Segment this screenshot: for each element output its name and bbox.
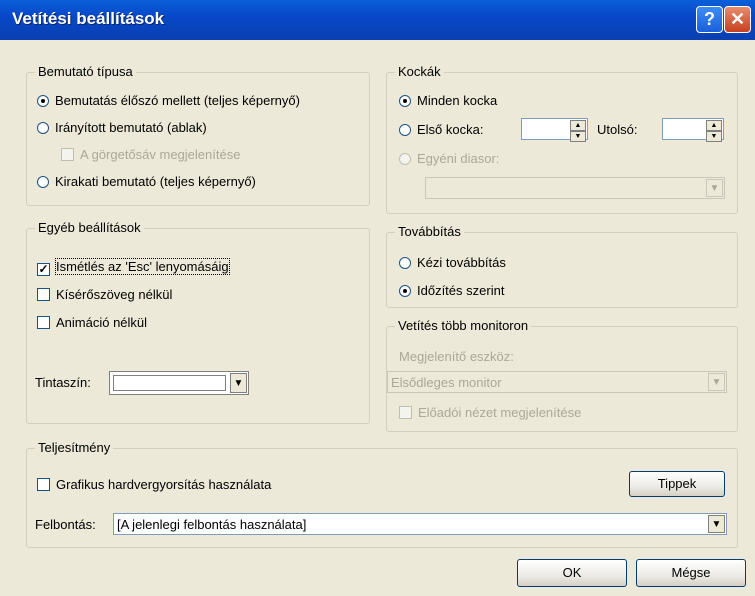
radio-indicator: [399, 153, 411, 165]
display-device-label: Megjelenítő eszköz:: [399, 349, 514, 364]
dropdown-arrow-icon[interactable]: ▼: [230, 373, 247, 393]
close-button[interactable]: ✕: [724, 6, 751, 33]
all-slides-radio[interactable]: Minden kocka: [399, 93, 497, 108]
presenter-view-checkbox: Előadói nézet megjelenítése: [399, 405, 581, 420]
spin-down-icon[interactable]: ▼: [706, 131, 722, 142]
multiple-monitors-legend: Vetítés több monitoron: [395, 318, 532, 333]
kiosk-radio[interactable]: Kirakati bemutató (teljes képernyő): [37, 174, 256, 189]
radio-indicator: [37, 95, 49, 107]
pen-color-swatch: [113, 375, 226, 391]
spin-up-icon[interactable]: ▲: [706, 120, 722, 131]
slides-legend: Kockák: [395, 64, 444, 79]
ok-button[interactable]: OK: [517, 559, 627, 587]
radio-indicator: [399, 257, 411, 269]
spinner-buttons[interactable]: ▲ ▼: [706, 120, 722, 142]
dropdown-arrow-icon[interactable]: ▼: [708, 515, 725, 533]
help-button[interactable]: ?: [696, 6, 723, 33]
custom-show-dropdown: ▼: [425, 177, 725, 199]
checkbox-indicator: [37, 288, 50, 301]
checkbox-indicator: [399, 406, 412, 419]
other-options-group: Egyéb beállítások ✓ Ismétlés az 'Esc' len…: [26, 220, 370, 424]
resolution-dropdown[interactable]: [A jelenlegi felbontás használata] ▼: [113, 513, 727, 535]
show-type-legend: Bemutató típusa: [35, 64, 136, 79]
radio-indicator: [37, 122, 49, 134]
performance-legend: Teljesítmény: [35, 440, 114, 455]
radio-indicator: [399, 95, 411, 107]
pen-color-label: Tintaszín:: [35, 375, 91, 390]
to-slide-spinner[interactable]: ▲ ▼: [662, 118, 724, 142]
show-type-group: Bemutató típusa Bemutatás élőszó mellett…: [26, 64, 370, 206]
checkbox-indicator: [61, 148, 74, 161]
radio-indicator: [37, 176, 49, 188]
spin-up-icon[interactable]: ▲: [570, 120, 586, 131]
window-title: Vetítési beállítások: [12, 9, 165, 28]
resolution-label: Felbontás:: [35, 517, 96, 532]
manual-advance-radio[interactable]: Kézi továbbítás: [399, 255, 506, 270]
advance-legend: Továbbítás: [395, 224, 464, 239]
custom-show-radio: Egyéni diasor:: [399, 151, 499, 166]
to-slide-label: Utolsó:: [597, 122, 638, 137]
spin-down-icon[interactable]: ▼: [570, 131, 586, 142]
radio-indicator: [399, 124, 411, 136]
radio-indicator: [399, 285, 411, 297]
loop-checkbox[interactable]: ✓ Ismétlés az 'Esc' lenyomásáig: [37, 258, 230, 276]
slides-group: Kockák Minden kocka Első kocka: ▲ ▼ Utol…: [386, 64, 738, 214]
no-narration-checkbox[interactable]: Kísérőszöveg nélkül: [37, 287, 172, 302]
checkbox-indicator: [37, 316, 50, 329]
timings-radio[interactable]: Időzítés szerint: [399, 283, 504, 298]
browsed-radio[interactable]: Irányított bemutató (ablak): [37, 120, 207, 135]
cancel-button[interactable]: Mégse: [636, 559, 746, 587]
checkbox-indicator: [37, 478, 50, 491]
scrollbar-checkbox: A görgetősáv megjelenítése: [61, 147, 240, 162]
title-bar: Vetítési beállítások ? ✕: [0, 0, 755, 40]
performance-group: Teljesítmény Grafikus hardvergyorsítás h…: [26, 440, 738, 548]
from-slide-radio[interactable]: Első kocka:: [399, 122, 483, 137]
advance-group: Továbbítás Kézi továbbítás Időzítés szer…: [386, 224, 738, 308]
dropdown-arrow-icon: ▼: [706, 179, 723, 197]
dropdown-arrow-icon: ▼: [708, 373, 725, 391]
hw-acceleration-checkbox[interactable]: Grafikus hardvergyorsítás használata: [37, 477, 271, 492]
other-options-legend: Egyéb beállítások: [35, 220, 144, 235]
spinner-buttons[interactable]: ▲ ▼: [570, 120, 586, 142]
presenter-radio[interactable]: Bemutatás élőszó mellett (teljes képerny…: [37, 93, 300, 108]
multiple-monitors-group: Vetítés több monitoron Megjelenítő eszkö…: [386, 318, 738, 432]
pen-color-picker[interactable]: ▼: [109, 371, 249, 395]
check-icon: ✓: [37, 262, 50, 276]
display-device-dropdown: Elsődleges monitor ▼: [387, 371, 727, 393]
tips-button[interactable]: Tippek: [629, 471, 725, 497]
no-animation-checkbox[interactable]: Animáció nélkül: [37, 315, 147, 330]
from-slide-spinner[interactable]: ▲ ▼: [521, 118, 588, 142]
